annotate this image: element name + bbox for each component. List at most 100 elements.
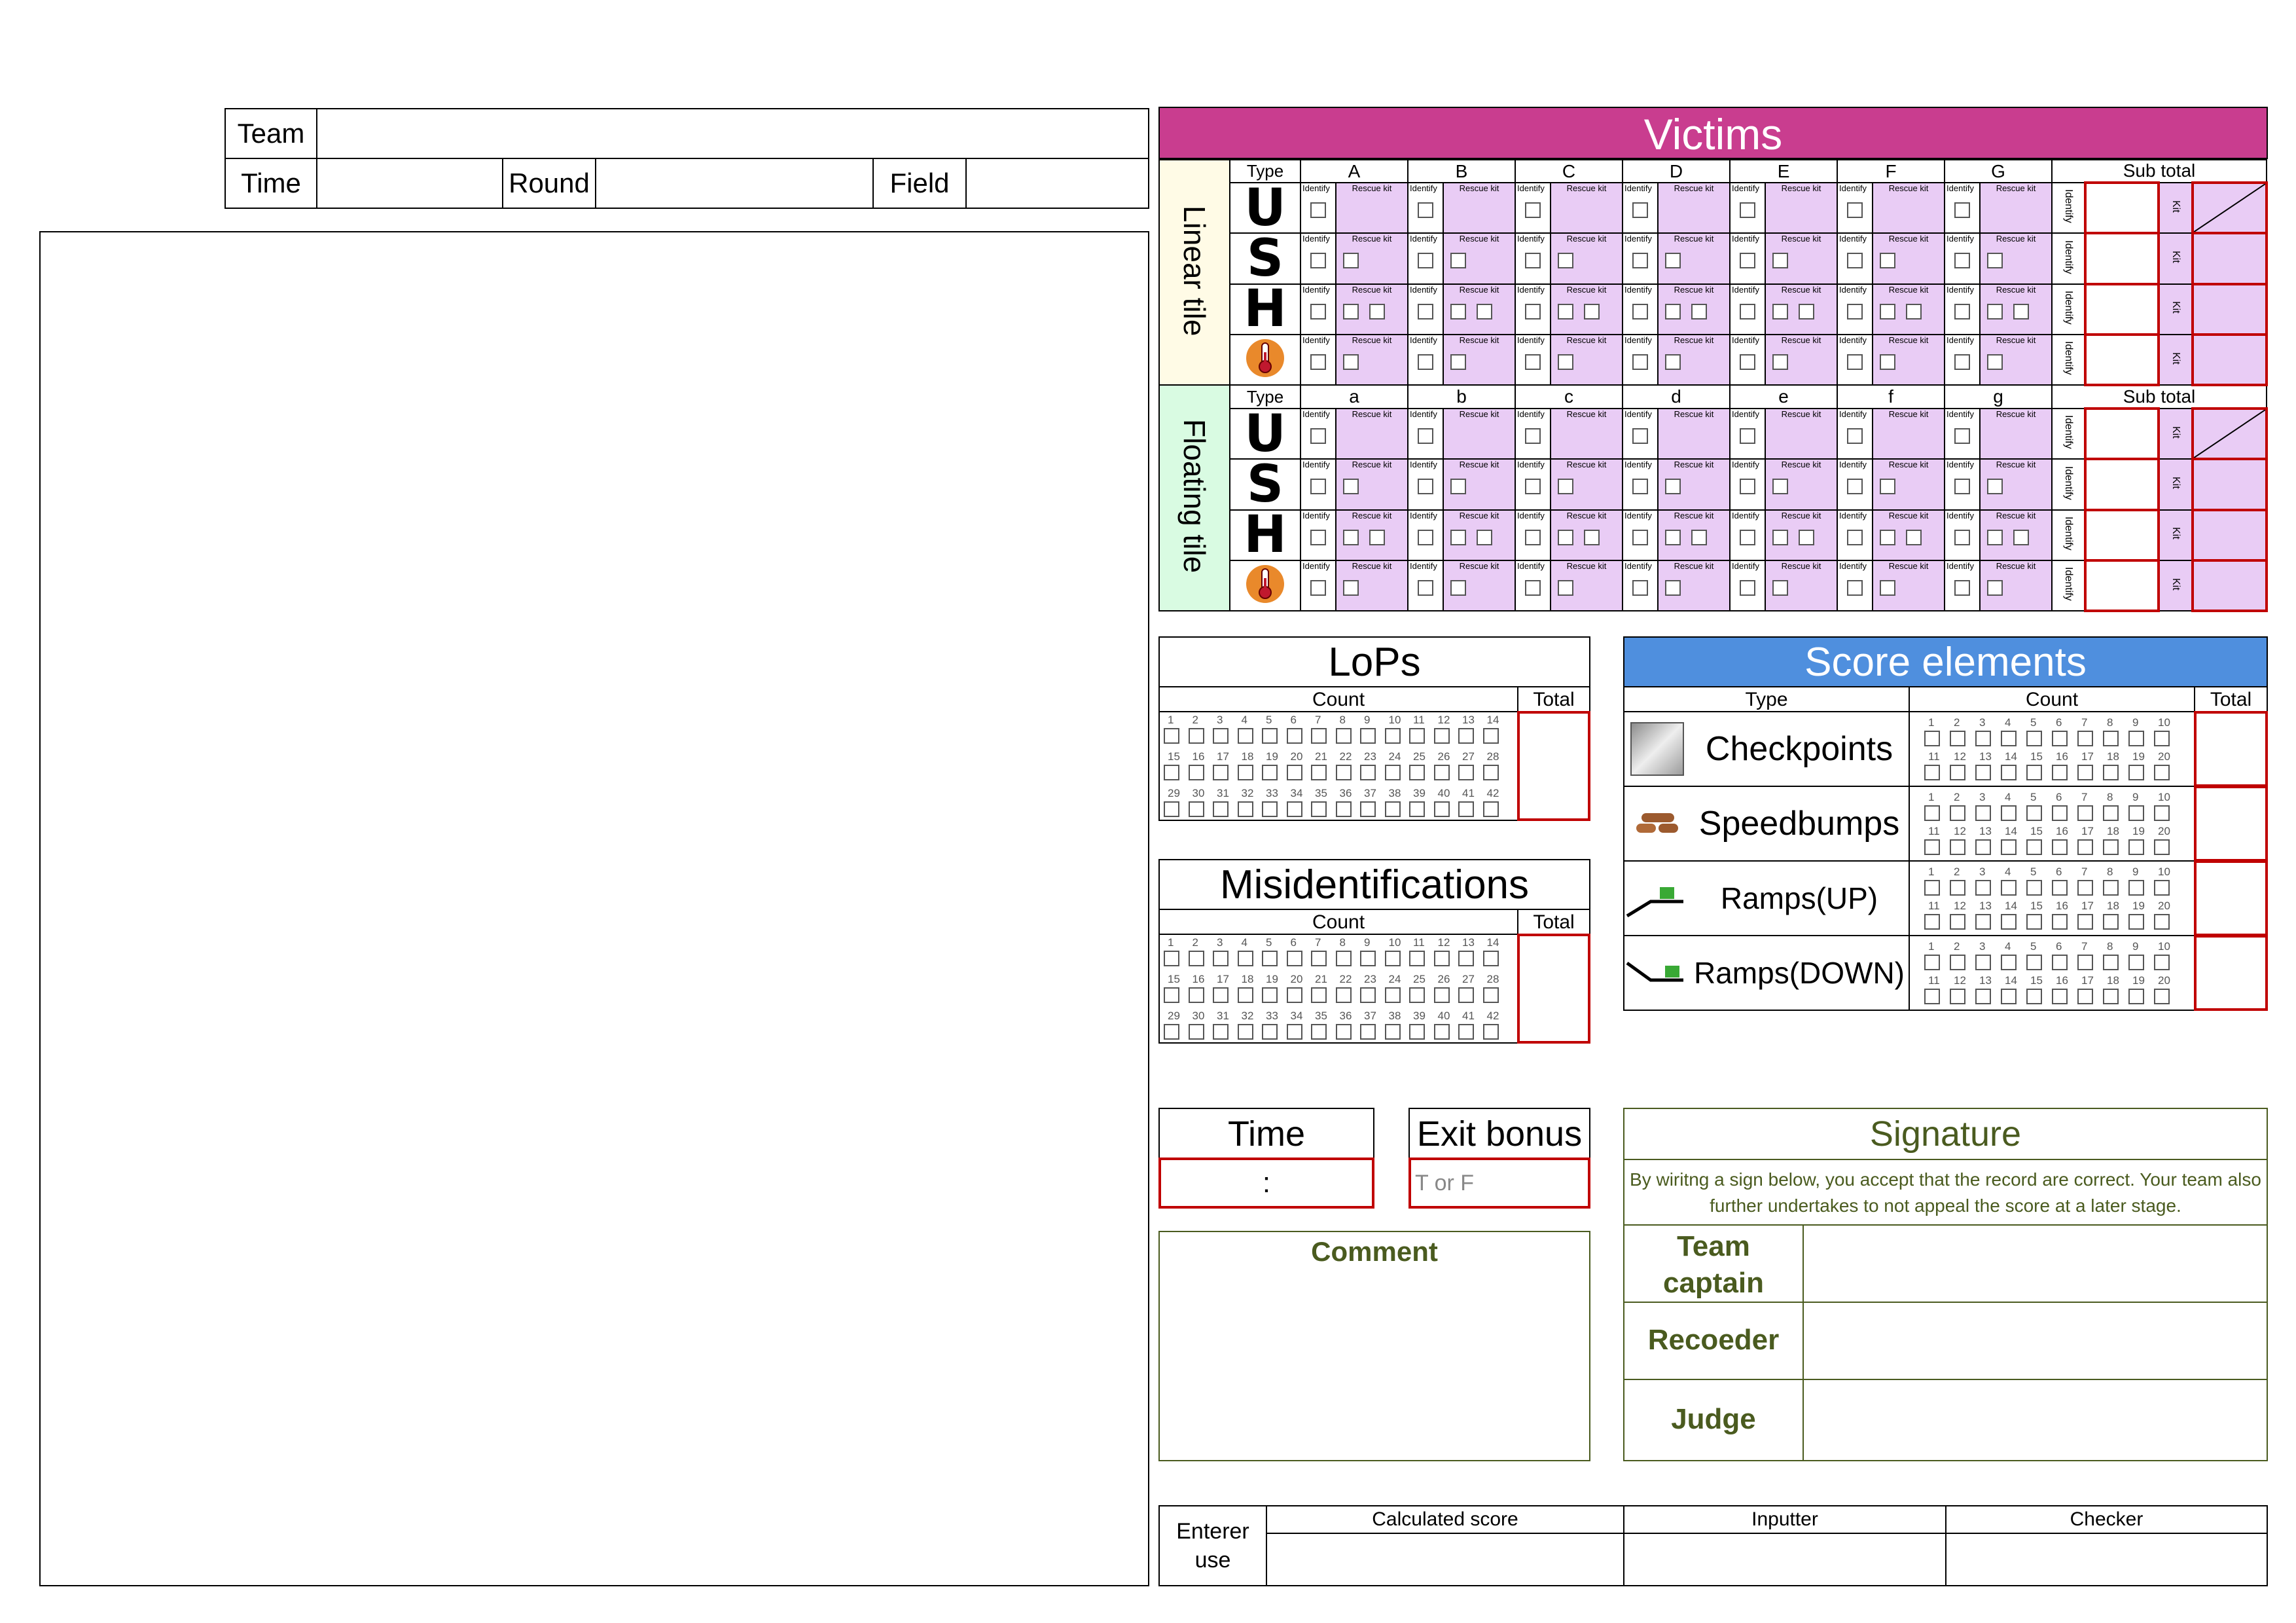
count-checkbox[interactable]: [2052, 805, 2068, 821]
count-checkbox[interactable]: [2052, 955, 2068, 970]
count-checkbox[interactable]: [2077, 805, 2093, 821]
subtotal-identify-box[interactable]: [2084, 508, 2161, 562]
identify-checkbox[interactable]: [1418, 529, 1433, 545]
count-checkbox[interactable]: [2001, 839, 2017, 855]
identify-checkbox[interactable]: [1740, 202, 1756, 219]
count-checkbox[interactable]: [2026, 955, 2042, 970]
identify-checkbox[interactable]: [1740, 479, 1756, 495]
count-checkbox[interactable]: [1975, 839, 1991, 855]
rescue-kit-checkbox[interactable]: [1665, 529, 1681, 545]
count-checkbox[interactable]: [2052, 880, 2068, 896]
rescue-kit-checkbox[interactable]: [1772, 253, 1789, 269]
identify-checkbox[interactable]: [1847, 529, 1863, 545]
count-checkbox[interactable]: [1458, 801, 1474, 817]
count-checkbox[interactable]: [1409, 987, 1425, 1003]
count-checkbox[interactable]: [2052, 914, 2068, 930]
identify-checkbox[interactable]: [1310, 428, 1326, 445]
count-checkbox[interactable]: [1286, 987, 1302, 1003]
identify-checkbox[interactable]: [1632, 428, 1649, 445]
rescue-kit-checkbox[interactable]: [1799, 303, 1815, 319]
count-checkbox[interactable]: [1482, 765, 1499, 780]
count-checkbox[interactable]: [1188, 1024, 1204, 1040]
rescue-kit-checkbox[interactable]: [1584, 303, 1600, 319]
identify-checkbox[interactable]: [1954, 579, 1971, 596]
count-checkbox[interactable]: [1458, 1024, 1474, 1040]
count-checkbox[interactable]: [1188, 765, 1204, 780]
count-checkbox[interactable]: [1213, 987, 1229, 1003]
count-checkbox[interactable]: [1950, 989, 1965, 1004]
rescue-kit-checkbox[interactable]: [1558, 529, 1573, 545]
identify-checkbox[interactable]: [1525, 529, 1541, 545]
identify-checkbox[interactable]: [1310, 579, 1326, 596]
identify-checkbox[interactable]: [1632, 579, 1649, 596]
rescue-kit-checkbox[interactable]: [1450, 303, 1466, 319]
team-field[interactable]: [316, 108, 1149, 159]
rescue-kit-checkbox[interactable]: [1343, 529, 1359, 545]
identify-checkbox[interactable]: [1740, 579, 1756, 596]
count-checkbox[interactable]: [2103, 765, 2119, 780]
identify-checkbox[interactable]: [1310, 479, 1326, 495]
identify-checkbox[interactable]: [1418, 253, 1433, 269]
identify-checkbox[interactable]: [1847, 303, 1863, 319]
count-checkbox[interactable]: [1237, 987, 1253, 1003]
identify-checkbox[interactable]: [1847, 479, 1863, 495]
count-checkbox[interactable]: [1924, 731, 1940, 746]
identify-checkbox[interactable]: [1632, 529, 1649, 545]
subtotal-kit-box[interactable]: [2191, 558, 2268, 613]
rescue-kit-checkbox[interactable]: [1665, 354, 1681, 370]
count-checkbox[interactable]: [1950, 805, 1965, 821]
rescue-kit-checkbox[interactable]: [1665, 579, 1681, 596]
count-checkbox[interactable]: [1482, 801, 1499, 817]
identify-checkbox[interactable]: [1418, 303, 1433, 319]
count-checkbox[interactable]: [2077, 765, 2093, 780]
count-checkbox[interactable]: [1286, 1024, 1302, 1040]
count-checkbox[interactable]: [1482, 1024, 1499, 1040]
count-checkbox[interactable]: [1458, 765, 1474, 780]
identify-checkbox[interactable]: [1954, 529, 1971, 545]
count-checkbox[interactable]: [1975, 731, 1991, 746]
subtotal-kit-box[interactable]: [2191, 282, 2268, 336]
rescue-kit-checkbox[interactable]: [1450, 354, 1466, 370]
count-checkbox[interactable]: [2077, 989, 2093, 1004]
count-checkbox[interactable]: [1164, 987, 1179, 1003]
count-checkbox[interactable]: [1311, 728, 1327, 744]
map-drawing-area[interactable]: [39, 231, 1149, 1586]
count-checkbox[interactable]: [1924, 914, 1940, 930]
count-checkbox[interactable]: [1924, 989, 1940, 1004]
rescue-kit-checkbox[interactable]: [1477, 529, 1492, 545]
count-checkbox[interactable]: [1384, 1024, 1401, 1040]
count-checkbox[interactable]: [1213, 801, 1229, 817]
count-checkbox[interactable]: [2103, 731, 2119, 746]
count-checkbox[interactable]: [1311, 951, 1327, 966]
count-checkbox[interactable]: [1262, 1024, 1278, 1040]
count-checkbox[interactable]: [1924, 839, 1940, 855]
count-checkbox[interactable]: [1433, 1024, 1450, 1040]
identify-checkbox[interactable]: [1525, 202, 1541, 219]
count-checkbox[interactable]: [2026, 731, 2042, 746]
rescue-kit-checkbox[interactable]: [1369, 529, 1385, 545]
identify-checkbox[interactable]: [1525, 354, 1541, 370]
count-checkbox[interactable]: [1950, 955, 1965, 970]
count-checkbox[interactable]: [1924, 955, 1940, 970]
count-checkbox[interactable]: [1237, 728, 1253, 744]
count-checkbox[interactable]: [1360, 1024, 1376, 1040]
identify-checkbox[interactable]: [1525, 253, 1541, 269]
rescue-kit-checkbox[interactable]: [1343, 354, 1359, 370]
count-checkbox[interactable]: [1262, 728, 1278, 744]
time-field[interactable]: [316, 158, 503, 209]
count-checkbox[interactable]: [2154, 765, 2170, 780]
rescue-kit-checkbox[interactable]: [1450, 579, 1466, 596]
rescue-kit-checkbox[interactable]: [1987, 354, 2003, 370]
count-checkbox[interactable]: [1237, 1024, 1253, 1040]
count-checkbox[interactable]: [1188, 728, 1204, 744]
count-checkbox[interactable]: [1213, 1024, 1229, 1040]
rescue-kit-checkbox[interactable]: [1343, 479, 1359, 495]
rescue-kit-checkbox[interactable]: [1343, 253, 1359, 269]
count-checkbox[interactable]: [2026, 805, 2042, 821]
count-checkbox[interactable]: [1975, 805, 1991, 821]
count-checkbox[interactable]: [1384, 765, 1401, 780]
rescue-kit-checkbox[interactable]: [1987, 479, 2003, 495]
count-checkbox[interactable]: [2001, 880, 2017, 896]
count-checkbox[interactable]: [1409, 765, 1425, 780]
team-captain-signature[interactable]: [1804, 1226, 2267, 1303]
